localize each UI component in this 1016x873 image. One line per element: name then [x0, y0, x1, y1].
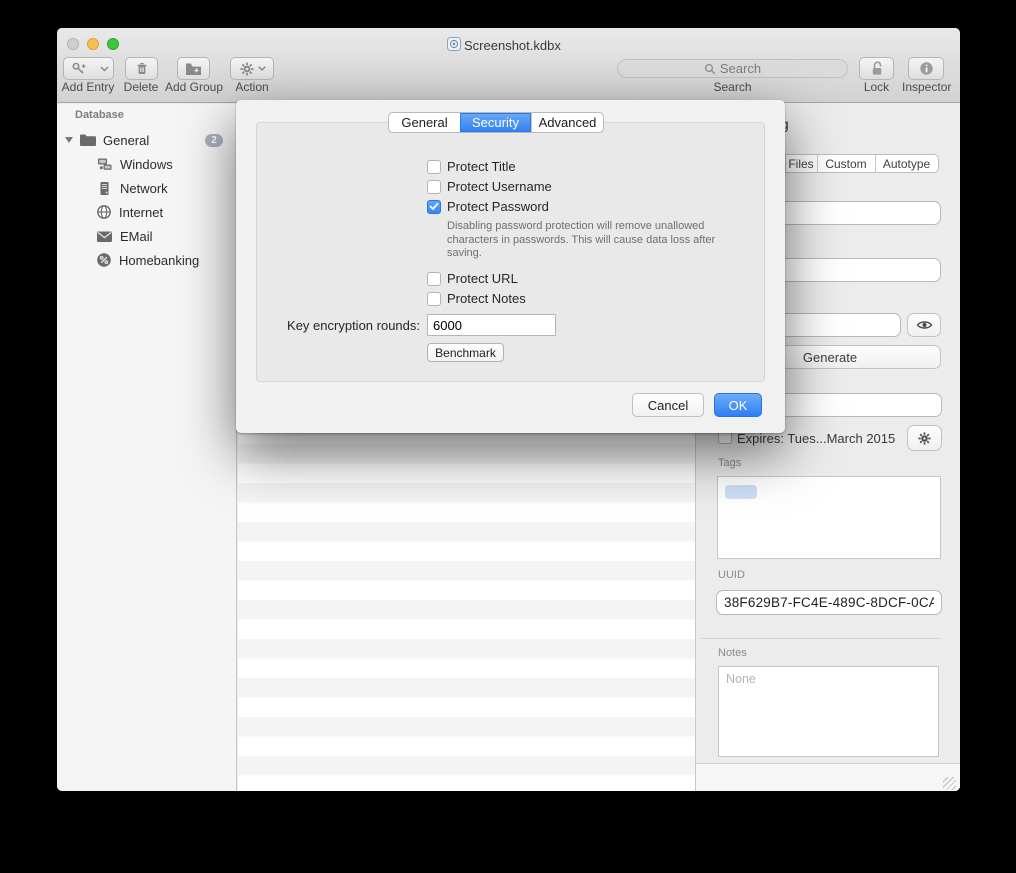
- sidebar-item-general[interactable]: General 2: [57, 129, 237, 151]
- search-input[interactable]: Search: [617, 59, 848, 78]
- expires-label: Expires: Tues...March 2015: [737, 431, 895, 446]
- check-icon: [429, 202, 439, 211]
- chevron-down-icon: [258, 66, 266, 71]
- lock-open-icon: [869, 60, 885, 77]
- tab-autotype[interactable]: Autotype: [875, 155, 938, 172]
- add-entry-button[interactable]: [63, 57, 96, 80]
- uuid-label: UUID: [718, 569, 745, 581]
- tag-token[interactable]: [725, 485, 757, 499]
- tab-security[interactable]: Security: [460, 113, 531, 132]
- count-badge: 2: [205, 134, 223, 147]
- protect-url-label: Protect URL: [447, 271, 518, 286]
- lock-label: Lock: [859, 80, 894, 94]
- tags-label: Tags: [718, 457, 741, 469]
- protect-password-checkbox[interactable]: [427, 200, 441, 214]
- protect-password-row[interactable]: Protect Password: [427, 199, 549, 214]
- section-divider: [701, 638, 941, 639]
- tab-files[interactable]: Files: [785, 155, 817, 172]
- dialog-tab-bar: General Security Advanced: [388, 112, 604, 133]
- screen: { "window": { "title": "Screenshot.kdbx"…: [0, 0, 1016, 873]
- inspector-button[interactable]: [908, 57, 944, 80]
- resize-grip[interactable]: [943, 777, 956, 790]
- key-encryption-rounds-input[interactable]: [427, 314, 556, 336]
- sidebar-item-label: Windows: [120, 157, 173, 172]
- window-title: Screenshot.kdbx: [464, 38, 561, 53]
- notes-input[interactable]: None: [718, 666, 939, 757]
- benchmark-label: Benchmark: [435, 346, 496, 360]
- protect-notes-checkbox[interactable]: [427, 292, 441, 306]
- eye-icon: [916, 319, 933, 331]
- protect-url-row[interactable]: Protect URL: [427, 271, 518, 286]
- gear-icon: [917, 431, 932, 446]
- protect-title-checkbox[interactable]: [427, 160, 441, 174]
- inspector-label: Inspector: [902, 80, 950, 94]
- benchmark-button[interactable]: Benchmark: [427, 343, 504, 362]
- sidebar-header: Database: [75, 109, 124, 121]
- key-encryption-rounds-label: Key encryption rounds:: [256, 318, 420, 333]
- protect-title-row[interactable]: Protect Title: [427, 159, 516, 174]
- folder-icon: [79, 133, 97, 147]
- reveal-password-button[interactable]: [907, 313, 941, 337]
- server-icon: [96, 181, 113, 196]
- sidebar-item-label: Homebanking: [119, 253, 199, 268]
- ok-button[interactable]: OK: [714, 393, 762, 417]
- window-chrome: Screenshot.kdbx: [57, 28, 960, 103]
- delete-button[interactable]: [125, 57, 158, 80]
- zoom-button[interactable]: [107, 38, 119, 50]
- add-group-button[interactable]: [177, 57, 210, 80]
- cancel-button[interactable]: Cancel: [632, 393, 704, 417]
- search-icon: [704, 63, 716, 75]
- sidebar-item-label: Network: [120, 181, 168, 196]
- protect-username-checkbox[interactable]: [427, 180, 441, 194]
- ok-label: OK: [729, 398, 748, 413]
- key-plus-icon: [71, 61, 88, 77]
- disclosure-triangle-icon[interactable]: [65, 137, 73, 143]
- sidebar: Database General 2 Windows Network: [57, 104, 237, 791]
- notes-label: Notes: [718, 647, 747, 659]
- protect-username-row[interactable]: Protect Username: [427, 179, 552, 194]
- inspector-footer: [696, 763, 960, 791]
- trash-icon: [134, 61, 150, 77]
- document-icon: [447, 37, 461, 51]
- search-label: Search: [617, 80, 848, 94]
- action-label: Action: [230, 80, 274, 94]
- protect-title-label: Protect Title: [447, 159, 516, 174]
- search-placeholder: Search: [720, 61, 761, 76]
- chevron-down-icon: [100, 66, 109, 72]
- gear-icon: [239, 61, 255, 77]
- add-entry-label: Add Entry: [57, 80, 119, 94]
- protect-notes-row[interactable]: Protect Notes: [427, 291, 526, 306]
- percent-circle-icon: [96, 252, 112, 268]
- globe-icon: [96, 204, 112, 220]
- tab-general[interactable]: General: [389, 113, 460, 132]
- protect-username-label: Protect Username: [447, 179, 552, 194]
- add-group-label: Add Group: [163, 80, 225, 94]
- cancel-label: Cancel: [648, 398, 688, 413]
- uuid-field[interactable]: [716, 590, 942, 615]
- tab-custom[interactable]: Custom: [817, 155, 875, 172]
- generate-label: Generate: [803, 350, 857, 365]
- protect-url-checkbox[interactable]: [427, 272, 441, 286]
- notes-placeholder: None: [726, 672, 756, 686]
- add-entry-dropdown-button[interactable]: [95, 57, 114, 80]
- workgroup-icon: [96, 157, 113, 172]
- delete-label: Delete: [123, 80, 159, 94]
- sidebar-item-label: General: [103, 133, 149, 148]
- expires-options-button[interactable]: [907, 425, 942, 451]
- tags-input[interactable]: [717, 476, 941, 559]
- envelope-icon: [96, 230, 113, 243]
- protect-notes-label: Protect Notes: [447, 291, 526, 306]
- action-button[interactable]: [230, 57, 274, 80]
- minimize-button[interactable]: [87, 38, 99, 50]
- lock-button[interactable]: [859, 57, 894, 80]
- folder-plus-icon: [185, 62, 202, 76]
- sidebar-item-label: Internet: [119, 205, 163, 220]
- info-icon: [919, 61, 934, 76]
- database-settings-dialog: General Security Advanced Protect Title …: [236, 100, 785, 433]
- sidebar-item-label: EMail: [120, 229, 153, 244]
- protect-password-label: Protect Password: [447, 199, 549, 214]
- tab-advanced[interactable]: Advanced: [531, 113, 603, 132]
- password-protection-note: Disabling password protection will remov…: [447, 220, 765, 261]
- close-button: [67, 38, 79, 50]
